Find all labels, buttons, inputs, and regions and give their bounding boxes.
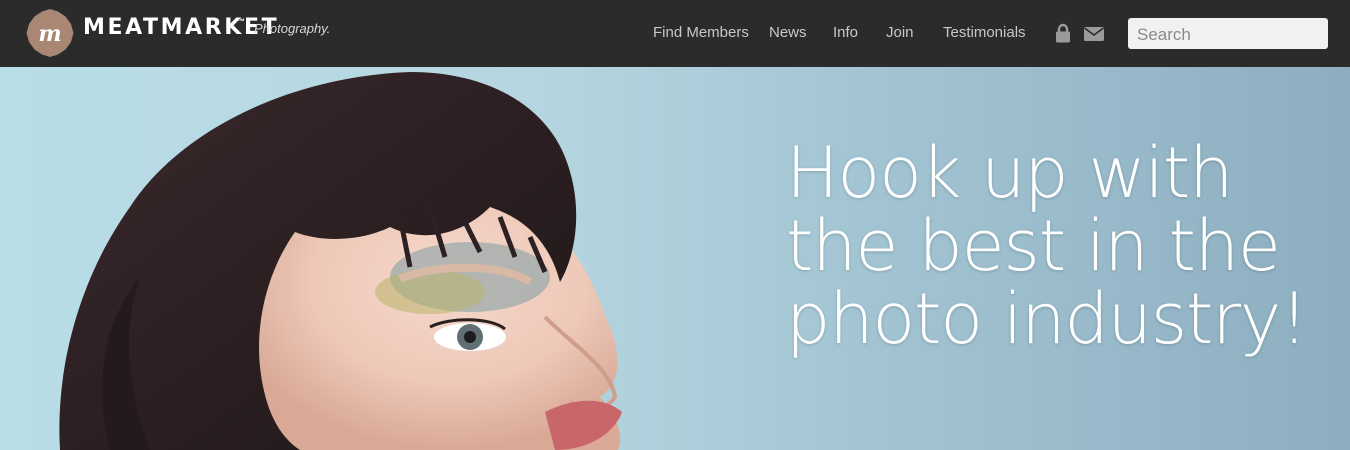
trademark-symbol: ™ bbox=[237, 17, 245, 26]
lock-icon[interactable] bbox=[1055, 23, 1071, 43]
hero-headline-line-2: the best in the bbox=[786, 204, 1281, 287]
nav-news[interactable]: News bbox=[769, 24, 807, 41]
svg-text:m: m bbox=[38, 21, 61, 47]
search-input[interactable] bbox=[1128, 18, 1328, 49]
brand-tagline: Photography. bbox=[254, 21, 331, 36]
brand-name[interactable]: MEATMARKET bbox=[83, 15, 279, 40]
nav-testimonials[interactable]: Testimonials bbox=[943, 24, 1026, 41]
nav-info[interactable]: Info bbox=[833, 24, 858, 41]
nav-join[interactable]: Join bbox=[886, 24, 914, 41]
hero-headline: Hook up with the best in the photo indus… bbox=[786, 137, 1326, 355]
hero-headline-line-3: photo industry! bbox=[786, 277, 1308, 360]
hero-portrait-image bbox=[0, 67, 760, 450]
mail-icon[interactable] bbox=[1084, 27, 1104, 41]
nav-find-members[interactable]: Find Members bbox=[653, 24, 749, 41]
hero-banner: Hook up with the best in the photo indus… bbox=[0, 67, 1350, 450]
top-navigation-bar: m MEATMARKET ™ Photography. Find Members… bbox=[0, 0, 1350, 67]
hero-headline-line-1: Hook up with bbox=[786, 132, 1233, 214]
meatmarket-logo-icon[interactable]: m bbox=[25, 8, 75, 58]
